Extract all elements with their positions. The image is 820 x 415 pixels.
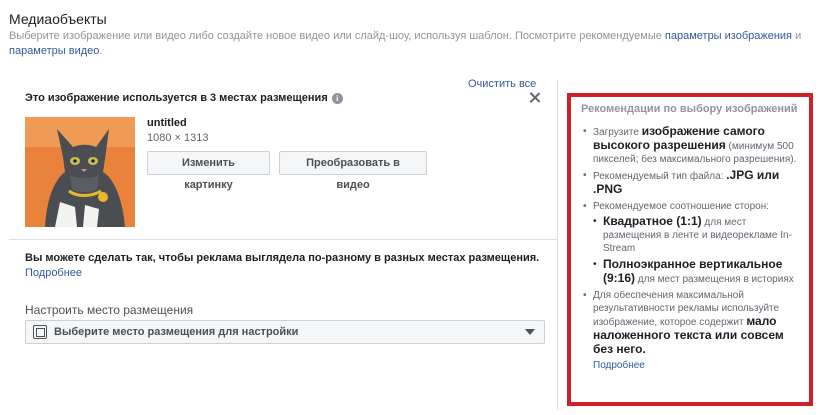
- placement-customize-text: Вы можете сделать так, чтобы реклама выг…: [25, 252, 540, 264]
- video-params-link[interactable]: параметры видео: [9, 45, 99, 57]
- aspect-sublist: Квадратное (1:1) для мест размещения в л…: [593, 215, 799, 286]
- recommendations-learn-more-link[interactable]: Подробнее: [593, 360, 799, 371]
- change-image-button[interactable]: Изменить картинку: [147, 151, 270, 191]
- image-thumbnail: [25, 117, 135, 227]
- file-name: untitled: [147, 117, 187, 129]
- image-params-link[interactable]: параметры изображения: [665, 30, 792, 42]
- rec-sub-square: Квадратное (1:1) для мест размещения в л…: [593, 215, 799, 255]
- recommendations-title: Рекомендации по выбору изображений: [581, 103, 798, 115]
- placement-label: Настроить место размещения: [25, 303, 194, 317]
- learn-more-link[interactable]: Подробнее: [25, 267, 82, 279]
- close-icon[interactable]: [529, 92, 541, 104]
- convert-to-video-button[interactable]: Преобразовать в видео: [279, 151, 427, 191]
- cat-image: [25, 117, 135, 227]
- rec-item-resolution: Загрузите изображение самого высокого ра…: [581, 125, 799, 166]
- rec-sub1-bold: Квадратное (1:1): [603, 214, 702, 228]
- placement-icon: [33, 325, 47, 339]
- placement-select-value: Выберите место размещения для настройки: [54, 326, 299, 338]
- usage-text: Это изображение используется в 3 местах …: [25, 92, 328, 104]
- placement-select[interactable]: Выберите место размещения для настройки: [25, 320, 545, 344]
- column-divider: [557, 80, 558, 410]
- recommendations-panel: Рекомендации по выбору изображений Загру…: [567, 93, 813, 406]
- chevron-down-icon: [525, 329, 535, 335]
- section-title: Медиаобъекты: [9, 11, 107, 27]
- section-subtitle: Выберите изображение или видео либо созд…: [9, 29, 809, 59]
- rec-item-aspect: Рекомендуемое соотношение сторон: Квадра…: [581, 200, 799, 286]
- subtitle-end: .: [99, 45, 103, 57]
- rec-item3-text: Рекомендуемое соотношение сторон:: [593, 201, 770, 212]
- rec-sub2-post: для мест размещения в историях: [635, 274, 794, 285]
- clear-all-link[interactable]: Очистить все: [468, 78, 536, 90]
- rec-item2-pre: Рекомендуемый тип файла:: [593, 171, 727, 182]
- info-icon[interactable]: i: [331, 92, 343, 104]
- rec-item1-pre: Загрузите: [593, 127, 642, 138]
- rec-item-text-overlay: Для обеспечения максимальной результатив…: [581, 289, 799, 357]
- rec-sub-vertical: Полноэкранное вертикальное (9:16) для ме…: [593, 258, 799, 286]
- subtitle-and: и: [792, 30, 802, 42]
- usage-info: Это изображение используется в 3 местах …: [25, 92, 343, 104]
- subtitle-text: Выберите изображение или видео либо созд…: [9, 30, 665, 42]
- file-dimensions: 1080 × 1313: [147, 132, 209, 144]
- section-divider: [9, 239, 557, 240]
- recommendations-list: Загрузите изображение самого высокого ра…: [581, 125, 799, 357]
- rec-item-filetype: Рекомендуемый тип файла: .JPG или .PNG: [581, 169, 799, 197]
